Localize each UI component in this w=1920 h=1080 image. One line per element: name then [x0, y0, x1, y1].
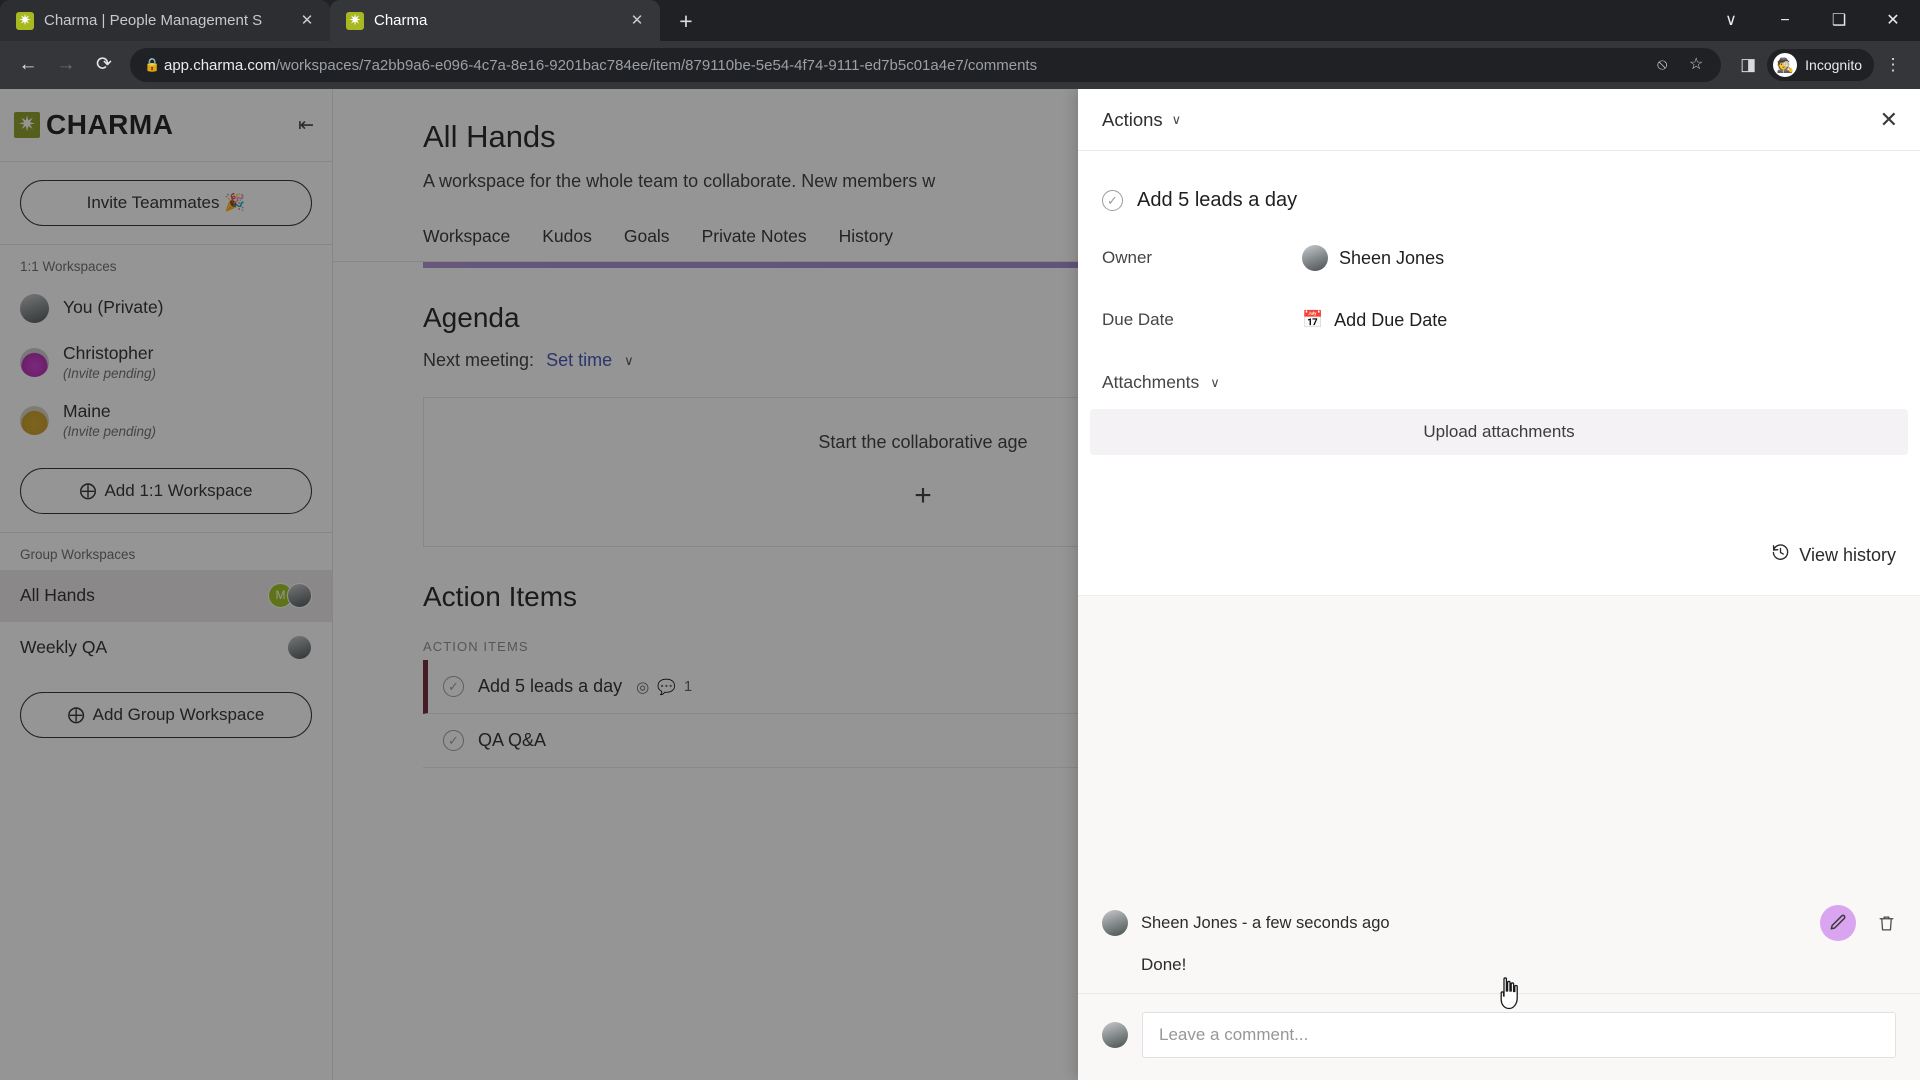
due-date-label: Due Date — [1102, 310, 1174, 329]
chevron-down-icon: ∨ — [1171, 111, 1182, 127]
due-date-field: Due Date 📅 Add Due Date — [1078, 304, 1920, 336]
avatar — [1102, 910, 1128, 936]
history-clock-icon — [1771, 543, 1790, 567]
view-history-button[interactable]: View history — [1078, 543, 1920, 567]
drawer-body: Add 5 leads a day Owner Sheen Jones Due … — [1078, 151, 1920, 1080]
url-text: app.charma.com/workspaces/7a2bb9a6-e096-… — [164, 57, 1037, 74]
omnibox-icons: ⦸ ☆ — [1647, 50, 1713, 80]
avatar — [1302, 245, 1328, 271]
comment-body: Done! — [1141, 955, 1187, 974]
check-circle-icon[interactable] — [1102, 190, 1123, 211]
comments-area: Sheen Jones - a few seconds ago Done! Le… — [1078, 595, 1920, 1080]
close-icon[interactable]: ✕ — [1880, 107, 1898, 133]
url-domain: app.charma.com — [164, 56, 276, 74]
window-close-icon[interactable]: ✕ — [1866, 0, 1920, 41]
forward-icon[interactable]: → — [48, 47, 84, 83]
address-bar[interactable]: 🔒 app.charma.com/workspaces/7a2bb9a6-e09… — [130, 48, 1722, 82]
comment-input[interactable]: Leave a comment... — [1142, 1012, 1896, 1058]
item-title: Add 5 leads a day — [1137, 189, 1298, 211]
comment-meta: Sheen Jones - a few seconds ago — [1141, 913, 1390, 932]
url-path: /workspaces/7a2bb9a6-e096-4c7a-8e16-9201… — [275, 56, 1038, 74]
owner-name: Sheen Jones — [1339, 247, 1445, 268]
comment-header: Sheen Jones - a few seconds ago — [1102, 905, 1898, 941]
tab-search-icon[interactable]: ∨ — [1704, 0, 1758, 41]
lock-icon: 🔒 — [144, 57, 161, 72]
chevron-down-icon: ∨ — [1210, 374, 1220, 390]
browser-tab-2[interactable]: Charma ✕ — [330, 0, 660, 41]
minimize-icon[interactable]: − — [1758, 0, 1812, 41]
new-tab-button[interactable]: + — [668, 3, 704, 39]
attachments-header[interactable]: Attachments ∨ — [1078, 372, 1920, 393]
actions-label: Actions — [1102, 108, 1163, 130]
drawer-header: Actions ∨ ✕ — [1078, 89, 1920, 151]
comment-composer: Leave a comment... — [1078, 994, 1920, 1080]
browser-tab-1[interactable]: Charma | People Management S ✕ — [0, 0, 330, 41]
tab-strip: Charma | People Management S ✕ Charma ✕ … — [0, 0, 1920, 41]
browser-window: Charma | People Management S ✕ Charma ✕ … — [0, 0, 1920, 1080]
charma-favicon-icon — [346, 11, 364, 30]
item-title-row: Add 5 leads a day — [1078, 151, 1920, 212]
edit-comment-icon[interactable] — [1820, 905, 1856, 941]
reload-icon[interactable]: ⟳ — [86, 47, 122, 83]
actions-dropdown[interactable]: Actions ∨ — [1102, 109, 1181, 131]
browser-tab-1-title: Charma | People Management S — [44, 12, 263, 29]
charma-favicon-icon — [16, 11, 34, 30]
calendar-plus-icon: 📅 — [1302, 310, 1324, 329]
page-viewport: CHARMA ⇤ Invite Teammates 🎉 1:1 Workspac… — [0, 89, 1920, 1080]
side-panel-icon[interactable]: ◨ — [1731, 48, 1765, 82]
toolbar-right: ◨ 🕵 Incognito ⋮ — [1731, 48, 1910, 82]
window-controls: ∨ − ❑ ✕ — [1704, 0, 1920, 41]
maximize-icon[interactable]: ❑ — [1812, 0, 1866, 41]
avatar — [1102, 1022, 1128, 1048]
view-history-label: View history — [1799, 544, 1896, 565]
tab-close-icon[interactable]: ✕ — [298, 12, 316, 30]
add-due-date-label: Add Due Date — [1334, 309, 1448, 330]
comment-actions — [1820, 905, 1898, 941]
incognito-profile-button[interactable]: 🕵 Incognito — [1767, 49, 1874, 81]
browser-tab-2-title: Charma — [374, 12, 428, 29]
back-icon[interactable]: ← — [10, 47, 46, 83]
bookmark-star-icon[interactable]: ☆ — [1681, 50, 1711, 80]
tab-close-icon[interactable]: ✕ — [628, 12, 646, 30]
comment-item: Sheen Jones - a few seconds ago Done! — [1078, 889, 1920, 994]
action-item-detail-drawer: Actions ∨ ✕ Add 5 leads a day Owner Shee… — [1078, 89, 1920, 1080]
chrome-menu-icon[interactable]: ⋮ — [1876, 48, 1910, 82]
delete-comment-icon[interactable] — [1874, 911, 1898, 935]
add-due-date-button[interactable]: 📅 Add Due Date — [1302, 310, 1447, 331]
browser-toolbar: ← → ⟳ 🔒 app.charma.com/workspaces/7a2bb9… — [0, 41, 1920, 89]
attachments-label: Attachments — [1102, 372, 1200, 392]
upload-attachments-button[interactable]: Upload attachments — [1090, 409, 1908, 455]
owner-value[interactable]: Sheen Jones — [1302, 245, 1444, 271]
third-party-cookie-icon[interactable]: ⦸ — [1647, 50, 1677, 80]
incognito-icon: 🕵 — [1773, 53, 1798, 77]
incognito-label: Incognito — [1805, 57, 1862, 73]
owner-field: Owner Sheen Jones — [1078, 242, 1920, 274]
owner-label: Owner — [1102, 248, 1153, 267]
